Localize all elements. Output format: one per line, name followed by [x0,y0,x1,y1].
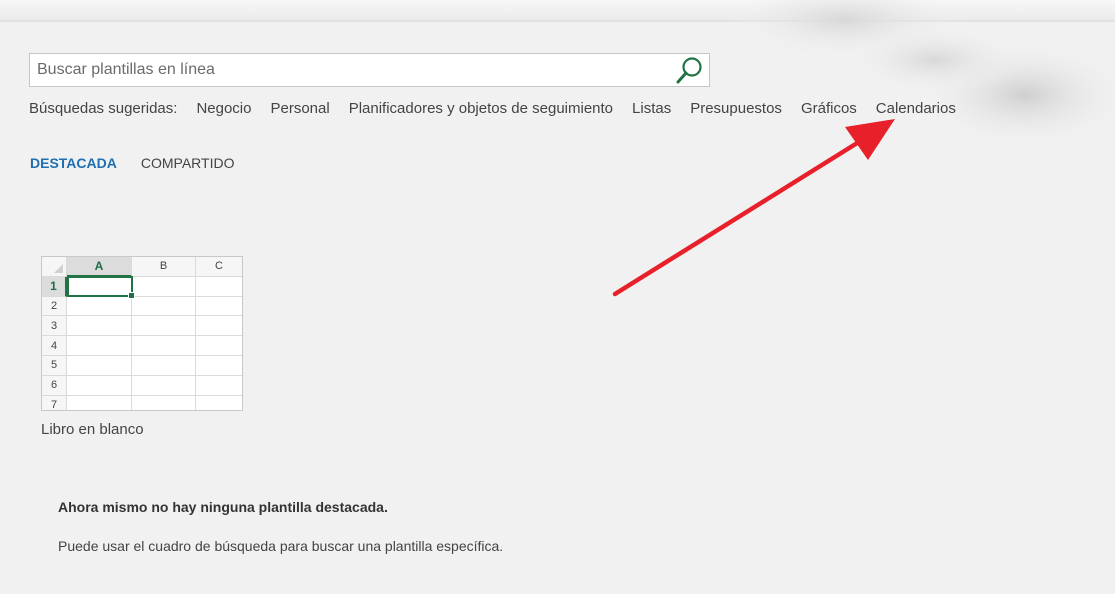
cell [196,396,242,410]
suggestion-calendarios[interactable]: Calendarios [876,100,956,117]
template-tabs: DESTACADA COMPARTIDO [30,155,258,171]
cell [132,276,196,297]
suggestion-graficos[interactable]: Gráficos [801,100,857,117]
cell [132,296,196,317]
suggested-searches: Búsquedas sugeridas: Negocio Personal Pl… [29,99,975,117]
row-header: 2 [42,296,67,317]
row-header: 4 [42,336,67,356]
suggestion-presupuestos[interactable]: Presupuestos [690,100,782,117]
cell [132,375,196,396]
cell [196,336,242,356]
tab-destacada[interactable]: DESTACADA [30,155,117,171]
cell [67,395,132,410]
cell [67,375,132,396]
suggestion-listas[interactable]: Listas [632,100,671,117]
cell [67,336,132,356]
cell [196,297,242,317]
cell [67,316,132,337]
cell [196,356,242,376]
select-all-corner [42,257,67,277]
no-featured-message-title: Ahora mismo no hay ninguna plantilla des… [58,499,388,515]
search-icon [676,57,702,84]
search-input[interactable] [30,54,670,86]
background-decoration [725,0,1115,150]
suggestion-planificadores[interactable]: Planificadores y objetos de seguimiento [349,100,613,117]
cell [196,376,242,396]
row-header: 1 [42,276,67,297]
row-header: 7 [42,395,67,410]
blank-workbook-label: Libro en blanco [41,421,144,438]
blank-workbook-tile[interactable]: A B C 1 2 3 4 5 6 7 [41,256,243,411]
row-header: 3 [42,316,67,337]
column-header: A [67,257,132,277]
suggestion-personal[interactable]: Personal [270,100,329,117]
cell [67,355,132,376]
cell [196,277,242,297]
spreadsheet-preview: A B C 1 2 3 4 5 6 7 [42,257,242,410]
row-header: 5 [42,355,67,376]
tab-compartido[interactable]: COMPARTIDO [141,155,235,171]
row-header: 6 [42,375,67,396]
suggestion-negocio[interactable]: Negocio [196,100,251,117]
search-box [29,53,710,87]
cell [132,395,196,410]
no-featured-message-body: Puede usar el cuadro de búsqueda para bu… [58,538,504,554]
suggested-searches-label: Búsquedas sugeridas: [29,99,178,117]
cell [132,316,196,337]
cell [132,355,196,376]
cell [196,316,242,337]
cell [132,336,196,356]
cell [67,296,132,317]
column-header: C [196,257,242,277]
column-header: B [132,257,196,277]
search-button[interactable] [673,55,707,85]
cell [67,276,132,297]
window-top-strip [0,0,1115,22]
